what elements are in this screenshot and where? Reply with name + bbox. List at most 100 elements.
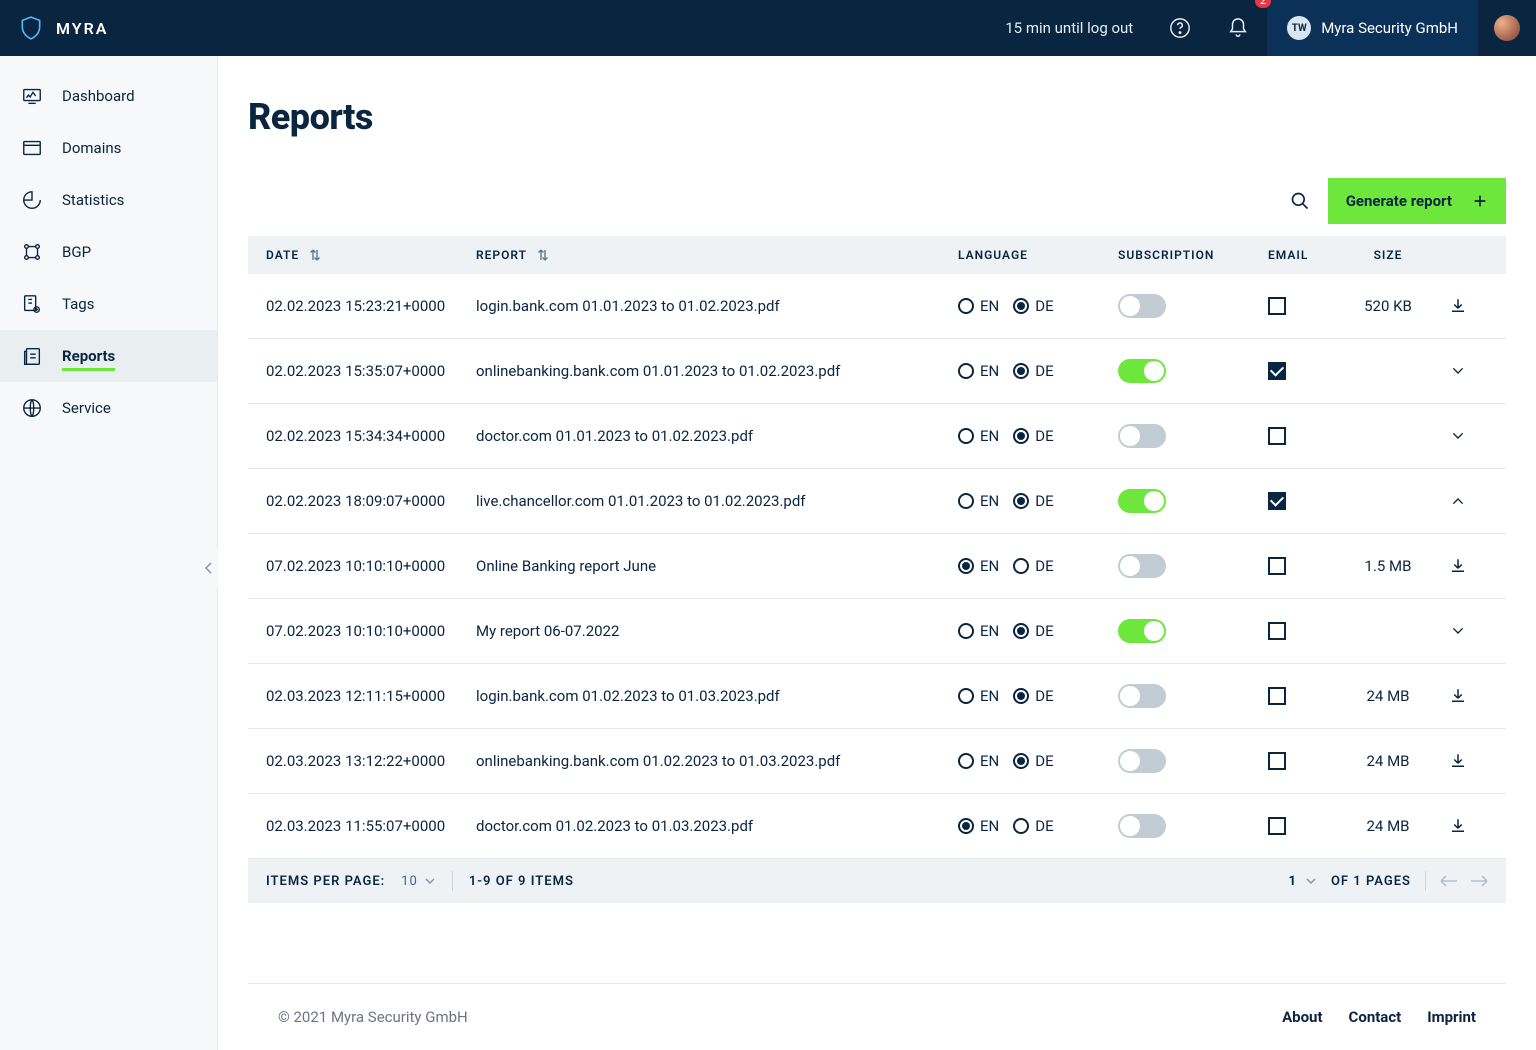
- email-checkbox[interactable]: [1268, 817, 1286, 835]
- cell-language: EN DE: [958, 492, 1118, 510]
- sidebar-item-label: Statistics: [62, 191, 124, 209]
- generate-report-label: Generate report: [1346, 192, 1452, 210]
- subscription-toggle[interactable]: [1118, 814, 1166, 838]
- subscription-toggle[interactable]: [1118, 554, 1166, 578]
- subscription-toggle[interactable]: [1118, 424, 1166, 448]
- subscription-toggle[interactable]: [1118, 489, 1166, 513]
- download-icon: [1449, 687, 1467, 705]
- items-per-page-picker[interactable]: 10: [401, 874, 436, 889]
- lang-de-radio[interactable]: DE: [1013, 817, 1053, 835]
- row-action-button[interactable]: [1428, 493, 1488, 509]
- email-checkbox[interactable]: [1268, 297, 1286, 315]
- subscription-toggle[interactable]: [1118, 359, 1166, 383]
- email-checkbox[interactable]: [1268, 752, 1286, 770]
- footer-link-contact[interactable]: Contact: [1349, 1008, 1402, 1026]
- next-page-button[interactable]: [1470, 875, 1488, 887]
- row-action-button[interactable]: [1428, 623, 1488, 639]
- lang-de-radio[interactable]: DE: [1013, 687, 1053, 705]
- col-report[interactable]: REPORT: [476, 248, 958, 262]
- col-date[interactable]: DATE: [266, 248, 476, 262]
- cell-subscription: [1118, 359, 1268, 383]
- cell-report: onlinebanking.bank.com 01.02.2023 to 01.…: [476, 752, 958, 770]
- subscription-toggle[interactable]: [1118, 294, 1166, 318]
- col-subscription: SUBSCRIPTION: [1118, 248, 1268, 262]
- email-checkbox[interactable]: [1268, 362, 1286, 380]
- subscription-toggle[interactable]: [1118, 619, 1166, 643]
- pages-label: OF 1 PAGES: [1331, 874, 1411, 889]
- table-row: 07.02.2023 10:10:10+0000Online Banking r…: [248, 534, 1506, 599]
- table-row: 02.02.2023 18:09:07+0000live.chancellor.…: [248, 469, 1506, 534]
- subscription-toggle[interactable]: [1118, 684, 1166, 708]
- email-checkbox[interactable]: [1268, 687, 1286, 705]
- lang-en-radio[interactable]: EN: [958, 557, 999, 575]
- row-action-button[interactable]: [1428, 687, 1488, 705]
- lang-de-radio[interactable]: DE: [1013, 427, 1053, 445]
- download-icon: [1449, 297, 1467, 315]
- col-language: LANGUAGE: [958, 248, 1118, 262]
- cell-subscription: [1118, 749, 1268, 773]
- table-row: 02.03.2023 12:11:15+0000login.bank.com 0…: [248, 664, 1506, 729]
- row-action-button[interactable]: [1428, 428, 1488, 444]
- notifications-button[interactable]: 2: [1209, 0, 1267, 56]
- search-button[interactable]: [1290, 191, 1310, 211]
- lang-de-radio[interactable]: DE: [1013, 362, 1053, 380]
- sidebar-item-service[interactable]: Service: [0, 382, 217, 434]
- lang-en-radio[interactable]: EN: [958, 687, 999, 705]
- prev-page-button[interactable]: [1440, 875, 1458, 887]
- collapse-sidebar-button[interactable]: [200, 548, 218, 588]
- email-checkbox[interactable]: [1268, 427, 1286, 445]
- service-icon: [20, 396, 44, 420]
- cell-date: 07.02.2023 10:10:10+0000: [266, 557, 476, 575]
- cell-subscription: [1118, 294, 1268, 318]
- lang-de-radio[interactable]: DE: [1013, 557, 1053, 575]
- bgp-icon: [20, 240, 44, 264]
- lang-de-radio[interactable]: DE: [1013, 622, 1053, 640]
- items-per-page-label: ITEMS PER PAGE:: [266, 874, 385, 889]
- sidebar-item-tags[interactable]: Tags: [0, 278, 217, 330]
- page-title: Reports: [248, 96, 1506, 138]
- lang-de-radio[interactable]: DE: [1013, 297, 1053, 315]
- sidebar-item-label: Reports: [62, 347, 115, 371]
- sidebar-item-reports[interactable]: Reports: [0, 330, 217, 382]
- download-icon: [1449, 817, 1467, 835]
- sidebar-item-dashboard[interactable]: Dashboard: [0, 70, 217, 122]
- lang-en-radio[interactable]: EN: [958, 427, 999, 445]
- row-action-button[interactable]: [1428, 817, 1488, 835]
- table-row: 07.02.2023 10:10:10+0000My report 06-07.…: [248, 599, 1506, 664]
- generate-report-button[interactable]: Generate report: [1328, 178, 1506, 224]
- cell-report: doctor.com 01.01.2023 to 01.02.2023.pdf: [476, 427, 958, 445]
- cell-email: [1268, 427, 1348, 445]
- tags-icon: [20, 292, 44, 316]
- org-switcher[interactable]: TW Myra Security GmbH: [1267, 0, 1478, 56]
- sidebar-item-bgp[interactable]: BGP: [0, 226, 217, 278]
- lang-en-radio[interactable]: EN: [958, 817, 999, 835]
- lang-en-radio[interactable]: EN: [958, 362, 999, 380]
- sidebar-item-statistics[interactable]: Statistics: [0, 174, 217, 226]
- footer-link-about[interactable]: About: [1282, 1008, 1322, 1026]
- lang-en-radio[interactable]: EN: [958, 752, 999, 770]
- lang-en-radio[interactable]: EN: [958, 297, 999, 315]
- cell-subscription: [1118, 619, 1268, 643]
- cell-size: 24 MB: [1348, 687, 1428, 705]
- subscription-toggle[interactable]: [1118, 749, 1166, 773]
- row-action-button[interactable]: [1428, 297, 1488, 315]
- row-action-button[interactable]: [1428, 363, 1488, 379]
- page-picker[interactable]: 1: [1288, 874, 1316, 889]
- email-checkbox[interactable]: [1268, 557, 1286, 575]
- row-action-button[interactable]: [1428, 557, 1488, 575]
- email-checkbox[interactable]: [1268, 492, 1286, 510]
- user-avatar[interactable]: [1494, 15, 1520, 41]
- row-action-button[interactable]: [1428, 752, 1488, 770]
- sidebar-item-label: Domains: [62, 139, 121, 157]
- lang-en-radio[interactable]: EN: [958, 492, 999, 510]
- cell-language: EN DE: [958, 817, 1118, 835]
- footer-link-imprint[interactable]: Imprint: [1427, 1008, 1476, 1026]
- download-icon: [1449, 557, 1467, 575]
- lang-de-radio[interactable]: DE: [1013, 752, 1053, 770]
- help-button[interactable]: [1151, 0, 1209, 56]
- sidebar-item-domains[interactable]: Domains: [0, 122, 217, 174]
- lang-de-radio[interactable]: DE: [1013, 492, 1053, 510]
- email-checkbox[interactable]: [1268, 622, 1286, 640]
- table-row: 02.02.2023 15:23:21+0000login.bank.com 0…: [248, 274, 1506, 339]
- lang-en-radio[interactable]: EN: [958, 622, 999, 640]
